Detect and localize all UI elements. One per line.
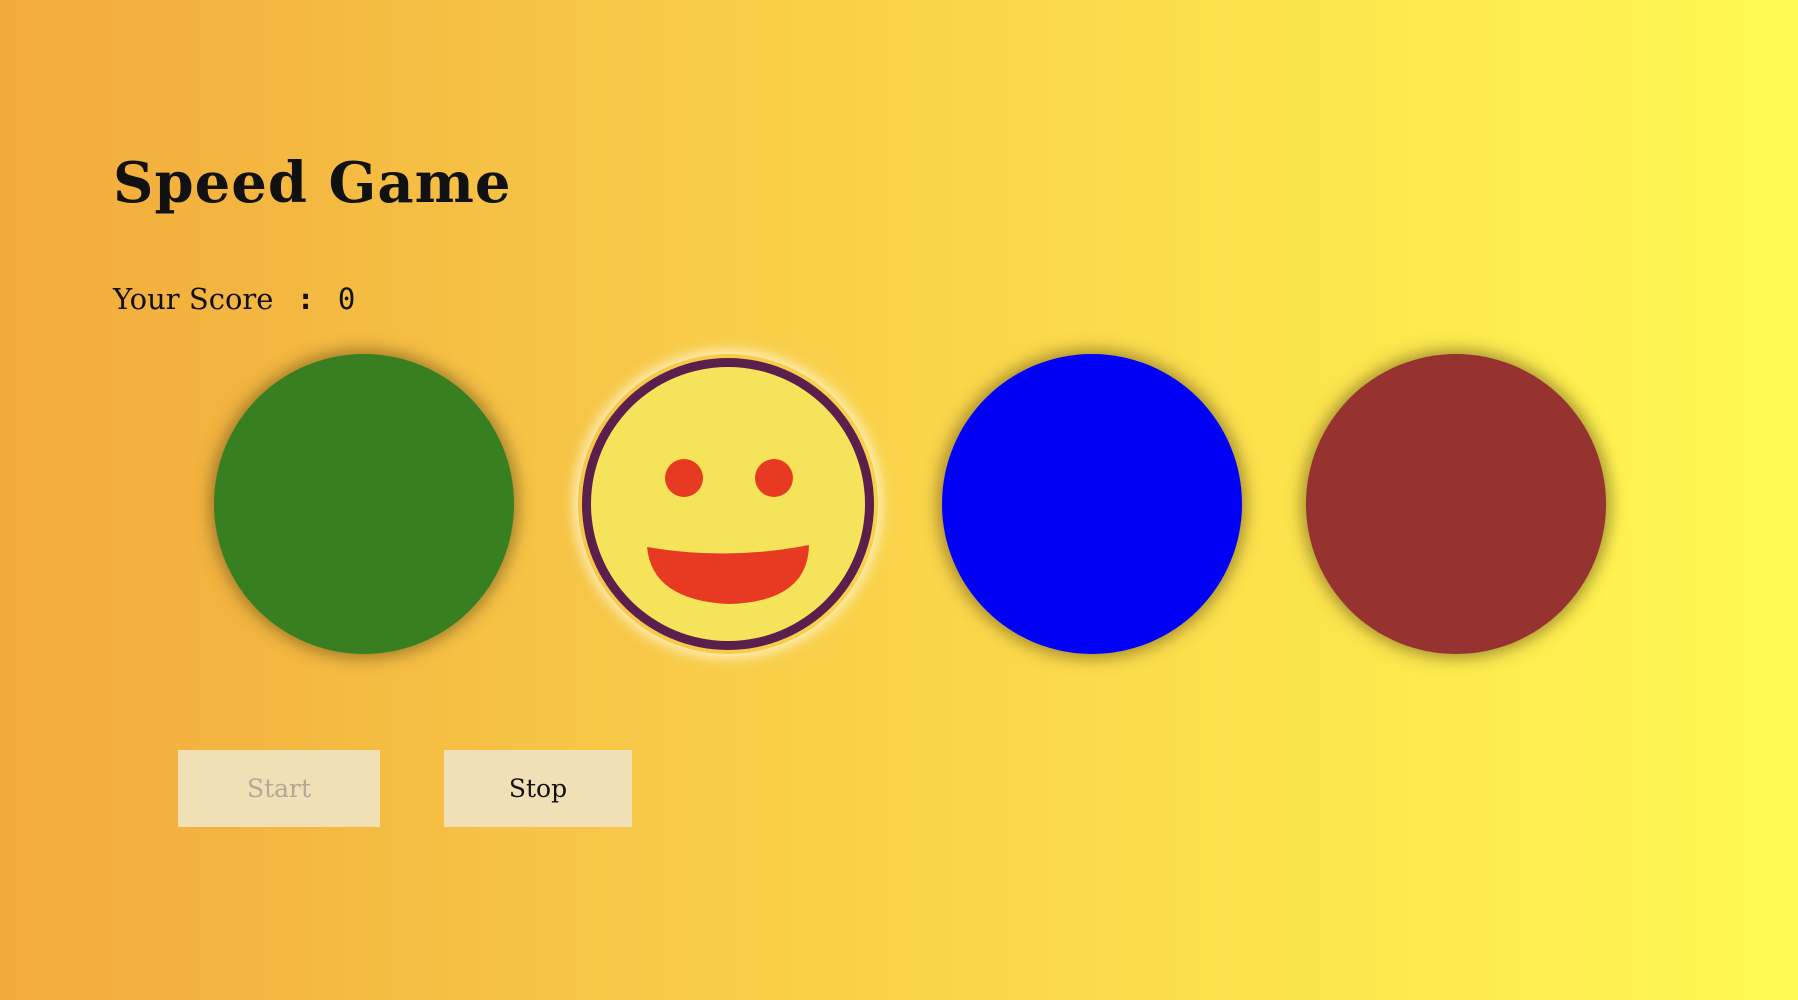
circle-red[interactable] bbox=[1306, 354, 1606, 654]
smiley-left-eye bbox=[665, 459, 703, 497]
circle-active-smiley[interactable] bbox=[578, 354, 878, 654]
circle-row bbox=[0, 0, 1798, 1000]
stop-button[interactable]: Stop bbox=[444, 750, 632, 827]
smiley-right-eye bbox=[755, 459, 793, 497]
circle-green[interactable] bbox=[214, 354, 514, 654]
circle-blue[interactable] bbox=[942, 354, 1242, 654]
start-button[interactable]: Start bbox=[178, 750, 380, 827]
smiley-face-icon bbox=[582, 358, 874, 650]
